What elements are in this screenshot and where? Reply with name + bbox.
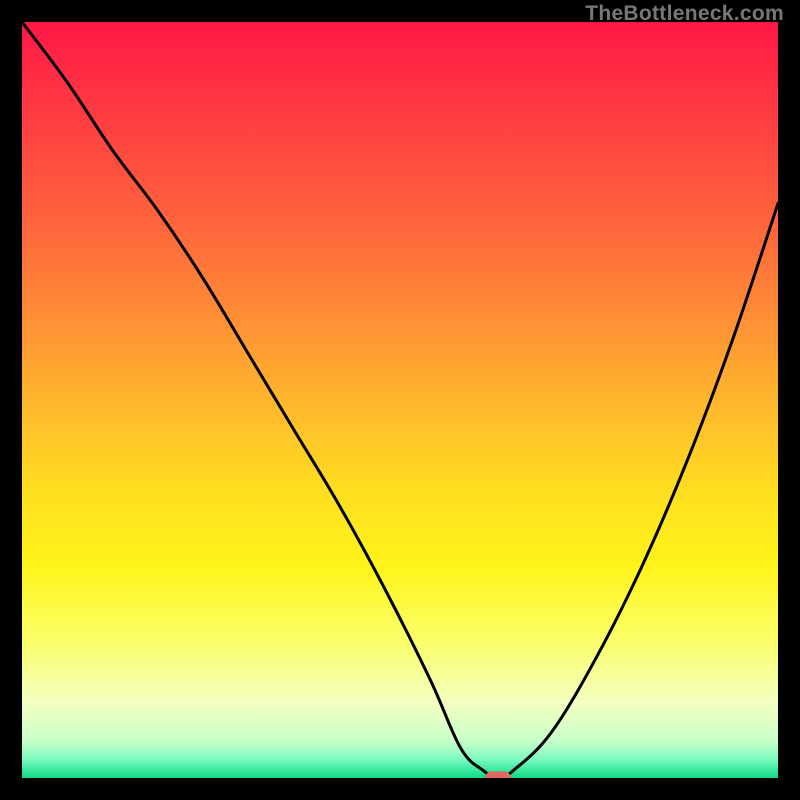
watermark-text: TheBottleneck.com: [585, 2, 784, 26]
optimal-marker: [485, 772, 511, 779]
plot-area: [22, 22, 778, 778]
chart-container: TheBottleneck.com: [0, 0, 800, 800]
bottleneck-curve: [22, 22, 778, 778]
